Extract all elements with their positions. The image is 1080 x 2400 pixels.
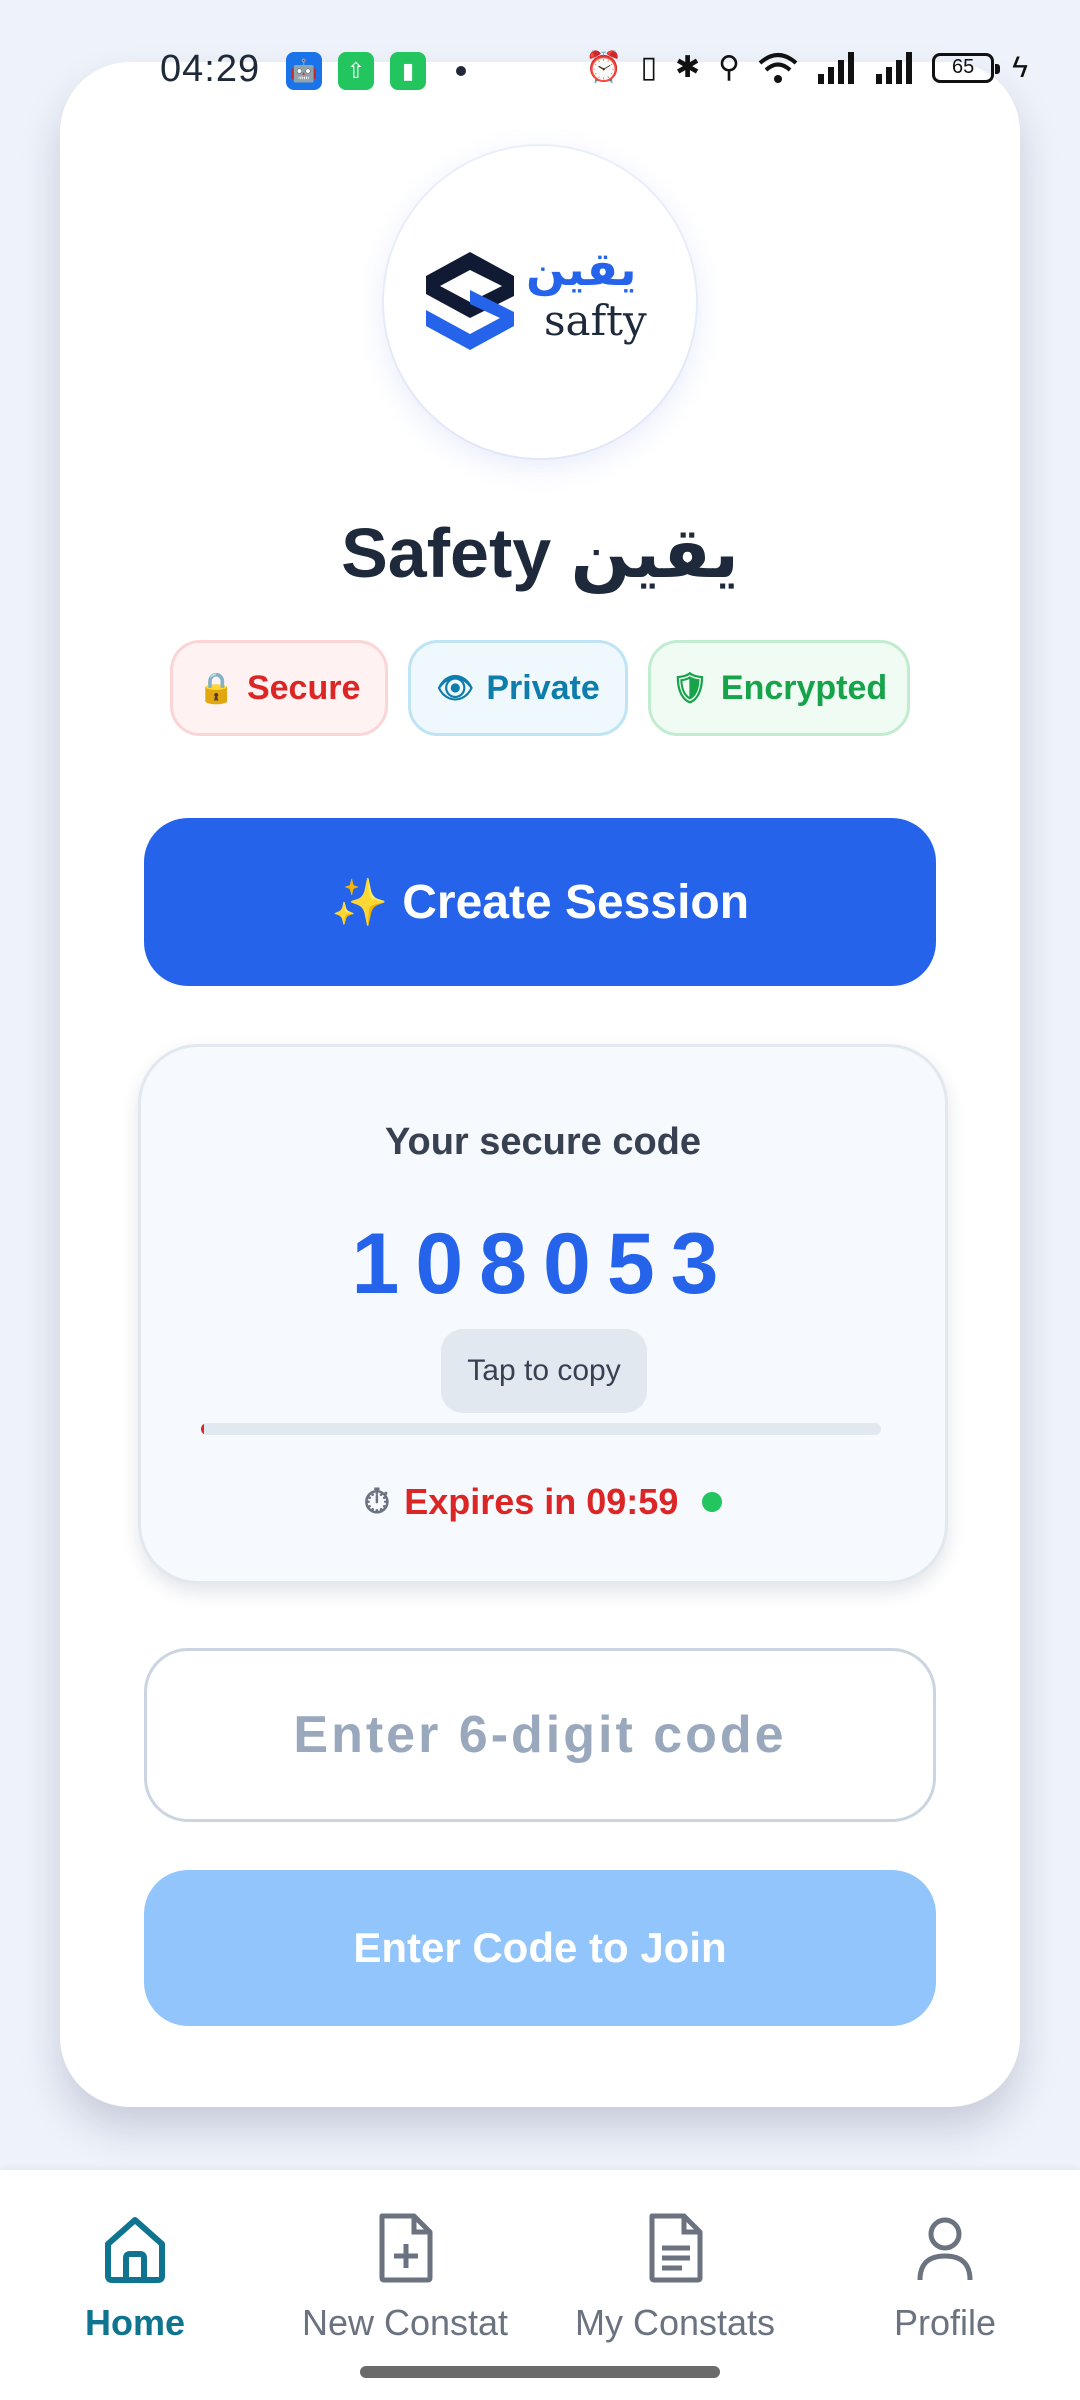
- file-plus-icon: [379, 2213, 433, 2283]
- nav-label: New Constat: [301, 2302, 509, 2343]
- expiry-progress-fill: [201, 1423, 204, 1435]
- bluetooth-icon: ✱: [674, 51, 701, 84]
- signal-icon: [876, 51, 913, 84]
- create-session-button[interactable]: ✨ Create Session: [144, 818, 936, 986]
- nav-item-home[interactable]: Home: [0, 2210, 270, 2344]
- badge-encrypted: 🛡 Encrypted: [648, 640, 910, 736]
- create-session-label: Create Session: [402, 875, 750, 929]
- logo-english-text: safty: [544, 296, 647, 345]
- logo-arabic-text: يقين: [526, 242, 637, 296]
- feature-badges: 🔒 Secure 👁 Private 🛡 Encrypted: [170, 640, 910, 736]
- signal-icon: [818, 51, 855, 84]
- notification-icons: 🤖 ⇧ ▮: [286, 52, 466, 90]
- eye-icon: 👁: [436, 671, 475, 705]
- status-time: 04:29: [160, 48, 261, 90]
- location-icon: ⚲: [718, 51, 741, 84]
- page-title: Safety يقين: [341, 514, 739, 592]
- vibrate-icon: ▯: [640, 51, 657, 84]
- nav-label: Home: [84, 2302, 186, 2343]
- logo-mark-icon: [426, 252, 514, 350]
- system-icons: ⏰ ▯ ✱ ⚲ 65 ϟ: [585, 50, 1028, 85]
- sparkles-icon: ✨: [330, 875, 389, 928]
- alarm-icon: ⏰: [585, 51, 623, 84]
- home-icon: [105, 2217, 165, 2283]
- upload-icon: ⇧: [338, 52, 374, 90]
- expiry-status: ⏱ Expires in 09:59: [141, 1481, 945, 1523]
- nav-item-profile[interactable]: Profile: [810, 2210, 1080, 2344]
- status-bar: 04:29 🤖 ⇧ ▮ ⏰ ▯ ✱ ⚲ 65 ϟ: [0, 0, 1080, 140]
- wifi-icon: [758, 52, 798, 83]
- badge-private: 👁 Private: [408, 640, 628, 736]
- nav-label: Profile: [893, 2302, 997, 2343]
- join-code-input[interactable]: [144, 1648, 936, 1822]
- battery-icon: 65: [932, 52, 1001, 83]
- join-button[interactable]: Enter Code to Join: [144, 1870, 936, 2026]
- expires-text: Expires in 09:59: [404, 1481, 679, 1522]
- nav-label: My Constats: [574, 2302, 776, 2343]
- user-icon: [917, 2217, 973, 2281]
- badge-label: Private: [486, 668, 600, 707]
- stopwatch-icon: ⏱: [363, 1482, 391, 1521]
- charging-icon: ϟ: [1012, 50, 1028, 84]
- code-label: Your secure code: [384, 1121, 702, 1163]
- badge-label: Secure: [246, 668, 361, 707]
- nav-item-my-constats[interactable]: My Constats: [540, 2210, 810, 2344]
- badge-secure: 🔒 Secure: [170, 640, 388, 736]
- logo: يقين safty: [384, 146, 696, 458]
- main-card: يقين safty Safety يقين 🔒 Secure 👁 Privat…: [60, 62, 1020, 2107]
- home-indicator[interactable]: [360, 2366, 720, 2378]
- shield-icon: 🛡: [670, 671, 709, 705]
- copy-code-button[interactable]: Tap to copy: [441, 1329, 647, 1413]
- active-status-dot: [702, 1492, 723, 1512]
- nav-item-new-constat[interactable]: New Constat: [270, 2210, 540, 2344]
- badge-label: Encrypted: [720, 668, 888, 707]
- dot-icon: [456, 66, 466, 76]
- secure-code-panel: Your secure code 108053 Tap to copy ⏱ Ex…: [138, 1044, 948, 1584]
- expiry-progress-bar: [201, 1423, 881, 1435]
- lock-icon: 🔒: [197, 671, 235, 705]
- document-icon: [649, 2213, 703, 2283]
- secure-code[interactable]: 108053: [141, 1215, 945, 1314]
- battery-saver-icon: ▮: [390, 52, 426, 90]
- android-icon: 🤖: [286, 52, 322, 90]
